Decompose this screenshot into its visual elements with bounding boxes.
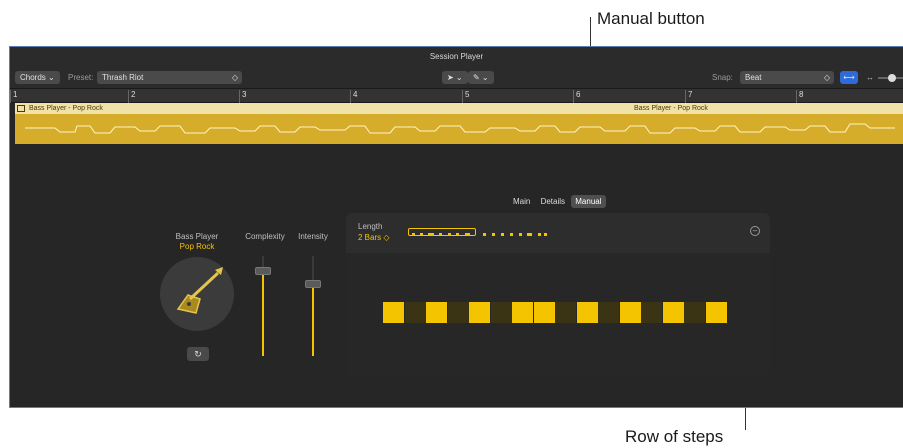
intensity-label: Intensity — [298, 232, 328, 241]
refresh-button[interactable]: ↻ — [187, 347, 209, 361]
length-label: Length — [358, 222, 383, 231]
bar-number: 4 — [350, 90, 357, 103]
bar-number: 3 — [239, 90, 246, 103]
complexity-slider[interactable] — [253, 256, 273, 356]
length-select[interactable]: 2 Bars ◇ — [358, 233, 390, 242]
updown-icon: ◇ — [823, 73, 830, 82]
snap-label: Snap: — [712, 73, 733, 82]
pattern-dot — [519, 233, 522, 236]
bar-number: 5 — [462, 90, 469, 103]
bass-guitar-icon — [176, 267, 223, 314]
step-3[interactable] — [426, 302, 447, 323]
step-16[interactable] — [705, 302, 727, 323]
pattern-dot — [420, 233, 423, 236]
step-1[interactable] — [383, 302, 404, 323]
step-4[interactable] — [447, 302, 469, 323]
pattern-dot — [544, 233, 547, 236]
step-sequencer — [346, 253, 770, 376]
zoom-slider-thumb[interactable] — [888, 74, 896, 82]
player-title: Bass Player — [175, 232, 219, 241]
window-title: Session Player — [10, 47, 903, 67]
intensity-thumb[interactable] — [305, 280, 321, 288]
step-5[interactable] — [469, 302, 490, 323]
preset-label: Preset: — [68, 73, 94, 82]
intensity-slider[interactable] — [303, 256, 323, 356]
bar-number: 8 — [796, 90, 803, 103]
tab-details[interactable]: Details — [537, 195, 569, 208]
step-2[interactable] — [404, 302, 426, 323]
snap-select[interactable]: Beat ◇ — [740, 71, 834, 84]
step-13[interactable] — [641, 302, 662, 323]
pattern-dot — [428, 233, 434, 236]
pattern-dot — [412, 233, 415, 236]
align-icon: ⟷ — [843, 73, 855, 82]
complexity-fill — [262, 271, 264, 356]
chords-menu[interactable]: Chords ⌄ — [15, 71, 60, 84]
step-11[interactable] — [598, 302, 619, 323]
pattern-dot — [527, 233, 532, 236]
editor-tabs: Main Details Manual — [509, 195, 606, 208]
pointer-icon: ➤ ⌄ — [447, 73, 463, 82]
timeline-ruler[interactable]: 1 2 3 4 5 6 7 8 — [10, 89, 903, 103]
pencil-icon: ✎ ⌄ — [473, 73, 489, 82]
bar-number: 7 — [685, 90, 692, 103]
player-avatar[interactable] — [160, 257, 234, 331]
updown-icon: ◇ — [231, 73, 238, 82]
manual-panel: Length 2 Bars ◇ – — [346, 213, 770, 376]
step-7[interactable] — [512, 302, 533, 323]
pencil-tool-button[interactable]: ✎ ⌄ — [468, 71, 494, 84]
pattern-dot — [483, 233, 486, 236]
step-14[interactable] — [662, 302, 684, 323]
bar-number: 6 — [573, 90, 580, 103]
chevron-down-icon: ⌄ — [48, 73, 55, 82]
row-of-steps-callout: Row of steps — [625, 427, 724, 446]
chords-label: Chords — [20, 73, 46, 82]
region-label: Bass Player - Pop Rock — [634, 105, 708, 112]
tab-main[interactable]: Main — [509, 195, 534, 208]
pattern-dot — [456, 233, 459, 236]
step-15[interactable] — [684, 302, 705, 323]
step-10[interactable] — [576, 302, 598, 323]
player-style: Pop Rock — [179, 242, 215, 251]
region-loop-icon — [17, 105, 25, 112]
pattern-dot — [501, 233, 504, 236]
pattern-dot — [510, 233, 513, 236]
preset-select[interactable]: Thrash Riot ◇ — [97, 71, 242, 84]
step-8[interactable] — [533, 302, 555, 323]
pattern-overview[interactable] — [406, 213, 616, 243]
pattern-dot — [448, 233, 451, 236]
step-12[interactable] — [619, 302, 641, 323]
pattern-dot — [465, 233, 470, 236]
manual-button-callout: Manual button — [597, 9, 705, 28]
complexity-label: Complexity — [245, 232, 285, 241]
refresh-icon: ↻ — [194, 349, 202, 359]
zoom-slider[interactable] — [878, 74, 903, 82]
collapse-icon[interactable]: – — [750, 226, 760, 236]
step-9[interactable] — [555, 302, 576, 323]
tab-manual[interactable]: Manual — [571, 195, 606, 208]
pattern-dot — [439, 233, 442, 236]
complexity-thumb[interactable] — [255, 267, 271, 275]
step-6[interactable] — [490, 302, 512, 323]
snap-value: Beat — [745, 73, 762, 82]
snap-align-button[interactable]: ⟷ — [840, 71, 858, 84]
pattern-dot — [538, 233, 541, 236]
session-player-window: Session Player Chords ⌄ Preset: Thrash R… — [9, 46, 903, 408]
region-label: Bass Player - Pop Rock — [28, 105, 103, 112]
bar-number: 1 — [10, 90, 17, 103]
region-header[interactable]: Bass Player - Pop Rock Bass Player - Pop… — [15, 103, 903, 114]
intensity-fill — [312, 284, 314, 356]
pattern-dot — [492, 233, 495, 236]
toolbar: Chords ⌄ Preset: Thrash Riot ◇ ➤ ⌄ ✎ ⌄ S… — [10, 67, 903, 89]
preset-value: Thrash Riot — [102, 73, 144, 82]
horizontal-zoom-icon: ↔ — [866, 73, 874, 82]
bar-number: 2 — [128, 90, 135, 103]
pointer-tool-button[interactable]: ➤ ⌄ — [442, 71, 468, 84]
